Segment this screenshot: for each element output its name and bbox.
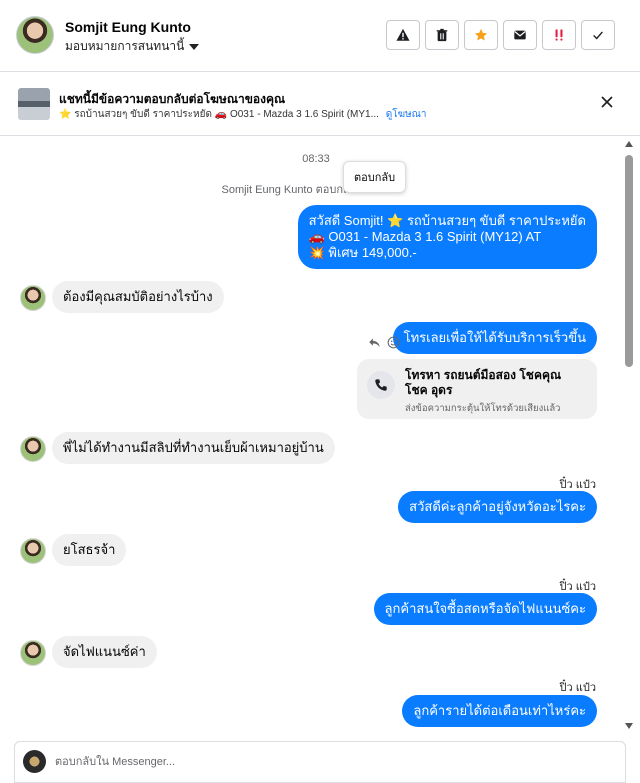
- ad-subtitle-text: ⭐ รถบ้านสวยๆ ขับดี ราคาประหยัด 🚗 O031 - …: [59, 109, 379, 120]
- contact-avatar-small: [20, 640, 46, 666]
- message-line: 🚗 O031 - Mazda 3 1.6 Spirit (MY12) AT: [308, 229, 542, 244]
- outgoing-message[interactable]: ลูกค้าสนใจซื้อสดหรือจัดไฟแนนซ์คะ: [373, 593, 597, 625]
- message-line: สวัสดี Somjit! ⭐ รถบ้านสวยๆ ขับดี ราคาปร…: [308, 213, 586, 228]
- call-request-card[interactable]: โทรหา รถยนต์มือสอง โชคคุณ โชค อุดร ส่งข้…: [357, 359, 597, 419]
- contact-avatar-small: [20, 436, 46, 462]
- call-card-title: โทรหา รถยนต์มือสอง โชคคุณ โชค อุดร: [405, 368, 562, 397]
- outgoing-message[interactable]: โทรเลยเพื่อให้ได้รับบริการเร็วขึ้น: [392, 322, 597, 354]
- page-avatar: [23, 750, 46, 773]
- outgoing-message[interactable]: สวัสดีค่ะลูกค้าอยู่จังหวัดอะไรคะ: [398, 491, 597, 523]
- contact-name[interactable]: Somjit Eung Kunto: [65, 19, 191, 35]
- react-icon[interactable]: [387, 336, 400, 349]
- incoming-message[interactable]: พี่ไม่ได้ทำงานมีสลิปที่ทำงานเย็บผ้าเหมาอ…: [52, 432, 335, 464]
- follow-up-button[interactable]: [542, 20, 576, 50]
- message-line: 💥 พิเศษ 149,000.-: [308, 245, 417, 260]
- outgoing-message[interactable]: ลูกค้ารายได้ต่อเดือนเท่าไหร่คะ: [402, 695, 597, 727]
- close-icon[interactable]: [598, 93, 616, 111]
- warning-icon: [396, 28, 410, 41]
- reply-input[interactable]: [55, 752, 595, 772]
- conversation-header: Somjit Eung Kunto มอบหมายการสนทนานี้: [0, 0, 640, 72]
- thread-scrollbar[interactable]: [622, 137, 636, 735]
- incoming-message[interactable]: ยโสธรจ้า: [52, 534, 127, 566]
- priority-icon: [555, 29, 563, 41]
- ad-reply-note: Somjit Eung Kunto ตอบกลับโฆษณา: [221, 184, 395, 196]
- contact-avatar-small: [20, 538, 46, 564]
- delete-button[interactable]: [425, 20, 459, 50]
- mark-done-button[interactable]: [581, 20, 615, 50]
- reply-icon[interactable]: [368, 336, 381, 349]
- assign-conversation-dropdown[interactable]: มอบหมายการสนทนานี้: [65, 37, 200, 56]
- scroll-up-arrow-icon[interactable]: [625, 141, 633, 147]
- reply-tooltip: ตอบกลับ: [343, 161, 407, 193]
- message-hover-actions: [368, 336, 400, 349]
- message-thread[interactable]: 08:33 Somjit Eung Kunto ตอบกลับโฆษณา สวั…: [0, 137, 622, 735]
- mark-spam-button[interactable]: [386, 20, 420, 50]
- scroll-down-arrow-icon[interactable]: [625, 723, 633, 729]
- scroll-thumb[interactable]: [625, 155, 633, 367]
- incoming-message[interactable]: ต้องมีคุณสมบัติอย่างไรบ้าง: [52, 281, 224, 313]
- view-ad-link[interactable]: ดูโฆษณา: [386, 109, 427, 120]
- mark-unread-button[interactable]: [503, 20, 537, 50]
- contact-avatar[interactable]: [16, 16, 54, 54]
- mail-icon: [514, 30, 526, 40]
- ad-banner-subtitle: ⭐ รถบ้านสวยๆ ขับดี ราคาประหยัด 🚗 O031 - …: [59, 107, 426, 122]
- action-toolbar: [386, 20, 615, 50]
- sender-name: ปิ๋ว แป๋ว: [559, 682, 596, 694]
- message-composer: [14, 741, 626, 783]
- phone-icon: [367, 371, 395, 399]
- incoming-message[interactable]: จัดไฟแนนซ์ค่า: [52, 636, 157, 668]
- caret-down-icon: [189, 43, 200, 50]
- check-icon: [593, 31, 603, 40]
- outgoing-message[interactable]: สวัสดี Somjit! ⭐ รถบ้านสวยๆ ขับดี ราคาปร…: [297, 205, 597, 269]
- ad-reply-banner: แชทนี้มีข้อความตอบกลับต่อโฆษณาของคุณ ⭐ ร…: [0, 80, 640, 136]
- ad-thumbnail[interactable]: [18, 88, 50, 120]
- star-icon: [474, 28, 488, 41]
- assign-label: มอบหมายการสนทนานี้: [65, 39, 185, 53]
- call-card-subtitle: ส่งข้อความกระตุ้นให้โทรด้วยเสียงแล้ว: [405, 403, 561, 414]
- contact-avatar-small: [20, 285, 46, 311]
- trash-icon: [436, 28, 448, 42]
- star-button[interactable]: [464, 20, 498, 50]
- message-timestamp: 08:33: [302, 153, 330, 165]
